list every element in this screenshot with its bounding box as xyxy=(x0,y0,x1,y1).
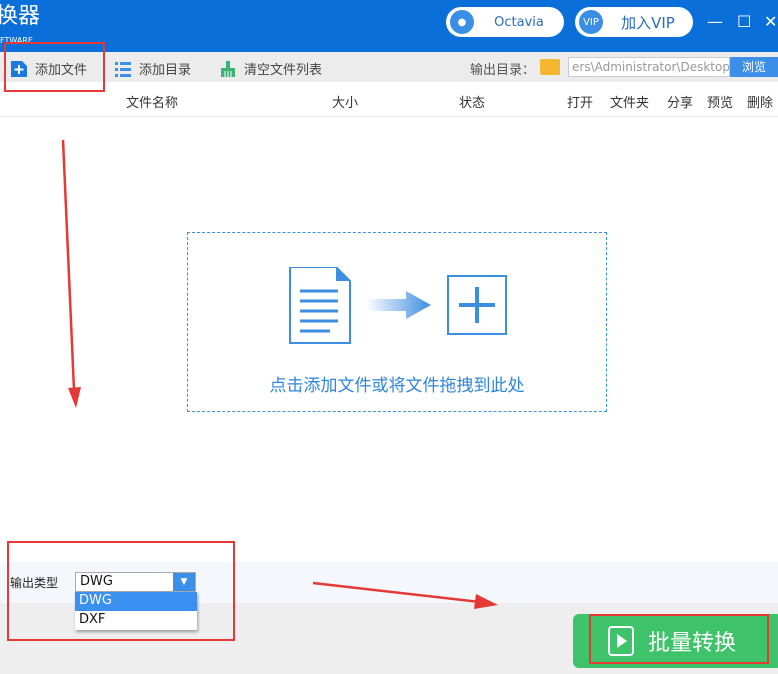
vip-icon: VIP xyxy=(579,10,603,34)
broom-icon xyxy=(221,60,235,77)
app-title: 换器 xyxy=(0,4,41,29)
annotation-box-output-type xyxy=(7,541,235,641)
col-folder: 文件夹 xyxy=(610,96,650,111)
minimize-button[interactable]: — xyxy=(707,12,723,31)
close-button[interactable]: ✕ xyxy=(764,12,777,31)
col-share: 分享 xyxy=(667,96,694,111)
join-vip-button[interactable]: VIP 加入VIP xyxy=(575,7,693,37)
clear-list-button[interactable]: 清空文件列表 xyxy=(220,59,322,78)
add-file-illustration-icon xyxy=(289,267,507,344)
arrow-down xyxy=(61,139,76,391)
add-directory-label: 添加目录 xyxy=(139,63,192,78)
file-table-header: 文件名称 大小 状态 打开 文件夹 分享 预览 删除 xyxy=(0,82,778,117)
avatar-icon: ● xyxy=(450,10,474,34)
folder-icon[interactable] xyxy=(540,59,560,75)
col-delete: 删除 xyxy=(747,96,774,111)
user-button[interactable]: ● Octavia xyxy=(446,7,564,37)
annotation-box-add-file xyxy=(4,42,105,92)
output-dir-label: 输出目录： xyxy=(470,63,536,78)
title-bar: 换器 FTWARE ● Octavia VIP 加入VIP — ☐ ✕ xyxy=(0,0,778,52)
col-status: 状态 xyxy=(459,96,486,111)
col-name: 文件名称 xyxy=(126,96,179,111)
drop-zone[interactable]: 点击添加文件或将文件拖拽到此处 xyxy=(187,232,607,412)
output-path-input[interactable]: ers\Administrator\Desktop xyxy=(568,57,730,77)
user-name: Octavia xyxy=(494,14,544,30)
col-preview: 预览 xyxy=(707,96,734,111)
clear-list-label: 清空文件列表 xyxy=(244,63,323,78)
arrow-down-head xyxy=(68,387,81,408)
col-size: 大小 xyxy=(332,96,359,111)
toolbar: 添加文件 添加目录 清空文件列表 输出目录： ers\Administrator… xyxy=(0,52,778,82)
maximize-button[interactable]: ☐ xyxy=(737,12,751,31)
drop-zone-text: 点击添加文件或将文件拖拽到此处 xyxy=(269,376,525,396)
browse-button[interactable]: 浏览 xyxy=(730,57,778,77)
add-directory-button[interactable]: 添加目录 xyxy=(115,59,191,78)
vip-label: 加入VIP xyxy=(621,13,675,32)
col-open: 打开 xyxy=(567,96,594,111)
annotation-box-convert xyxy=(589,614,769,664)
list-icon xyxy=(115,61,131,77)
